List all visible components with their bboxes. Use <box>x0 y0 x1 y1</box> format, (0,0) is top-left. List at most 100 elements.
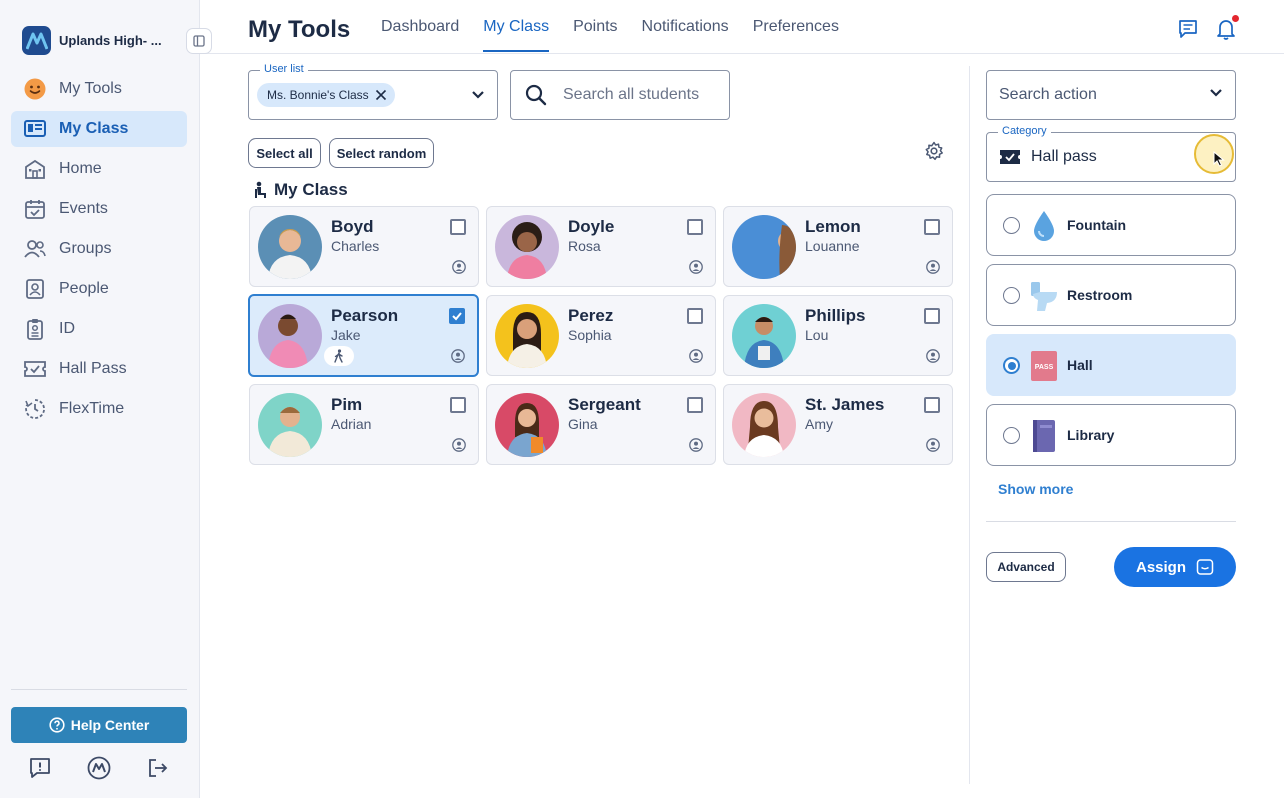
tab-my-class[interactable]: My Class <box>483 0 549 54</box>
profile-icon[interactable] <box>926 438 940 452</box>
user-list-select[interactable]: User list Ms. Bonnie's Class <box>248 63 498 120</box>
sidebar-item-groups[interactable]: Groups <box>11 231 187 267</box>
student-card[interactable]: Sergeant Gina <box>486 384 716 465</box>
sidebar-item-hall-pass[interactable]: Hall Pass <box>11 351 187 387</box>
checkmark-icon <box>452 312 462 321</box>
student-checkbox[interactable] <box>449 308 465 324</box>
school-name: Uplands High- ... <box>59 33 162 48</box>
profile-icon[interactable] <box>926 349 940 363</box>
tab-dashboard[interactable]: Dashboard <box>381 0 459 54</box>
profile-icon[interactable] <box>689 260 703 274</box>
student-checkbox[interactable] <box>687 308 703 324</box>
profile-icon[interactable] <box>926 260 940 274</box>
action-option-library[interactable]: Library <box>986 404 1236 466</box>
book-icon <box>1029 419 1059 453</box>
student-desk-icon <box>255 181 266 198</box>
student-checkbox[interactable] <box>687 219 703 235</box>
student-avatar <box>732 393 796 457</box>
profile-icon[interactable] <box>689 349 703 363</box>
tab-notifications[interactable]: Notifications <box>642 0 729 54</box>
student-last-name: Boyd <box>331 217 374 236</box>
app-logo-icon[interactable] <box>87 756 111 780</box>
settings-gear-icon[interactable] <box>924 141 944 161</box>
student-card[interactable]: Doyle Rosa <box>486 206 716 287</box>
profile-icon[interactable] <box>452 438 466 452</box>
student-card[interactable]: St. James Amy <box>723 384 953 465</box>
action-option-fountain[interactable]: Fountain <box>986 194 1236 256</box>
tab-points[interactable]: Points <box>573 0 617 54</box>
option-radio[interactable] <box>1003 217 1020 234</box>
student-last-name: Lemon <box>805 217 861 236</box>
hall-pass-card-icon: PASS <box>1029 349 1059 383</box>
top-header: My Tools Dashboard My Class Points Notif… <box>201 0 1284 54</box>
chevron-down-icon[interactable] <box>1209 88 1223 98</box>
student-card[interactable]: Pim Adrian <box>249 384 479 465</box>
notifications-bell-icon[interactable] <box>1215 15 1239 40</box>
sidebar-item-id[interactable]: ID <box>11 311 187 347</box>
student-avatar <box>732 304 796 368</box>
option-radio[interactable] <box>1003 287 1020 304</box>
help-center-button[interactable]: Help Center <box>11 707 187 743</box>
profile-icon[interactable] <box>689 438 703 452</box>
option-label: Fountain <box>1067 217 1127 233</box>
option-radio[interactable] <box>1003 427 1020 444</box>
student-card[interactable]: Pearson Jake <box>248 294 479 377</box>
smiley-icon <box>23 77 47 101</box>
action-option-restroom[interactable]: Restroom <box>986 264 1236 326</box>
profile-icon[interactable] <box>451 349 465 363</box>
user-list-chip[interactable]: Ms. Bonnie's Class <box>257 83 395 107</box>
student-avatar <box>258 215 322 279</box>
student-card[interactable]: Lemon Louanne <box>723 206 953 287</box>
sidebar-item-flextime[interactable]: FlexTime <box>11 391 187 427</box>
assign-badge-icon <box>1196 559 1214 575</box>
show-more-link[interactable]: Show more <box>998 481 1073 497</box>
search-input[interactable] <box>563 86 723 104</box>
feedback-icon[interactable] <box>28 756 52 780</box>
sidebar-item-label: Hall Pass <box>59 360 127 377</box>
student-checkbox[interactable] <box>450 219 466 235</box>
advanced-button[interactable]: Advanced <box>986 552 1066 582</box>
brand[interactable]: Uplands High- ... <box>22 26 162 55</box>
student-checkbox[interactable] <box>924 308 940 324</box>
option-label: Hall <box>1067 357 1093 373</box>
chevron-down-icon[interactable] <box>471 90 485 100</box>
tab-bar: Dashboard My Class Points Notifications … <box>381 0 863 54</box>
student-checkbox[interactable] <box>450 397 466 413</box>
groups-icon <box>23 237 47 261</box>
student-checkbox[interactable] <box>924 397 940 413</box>
sidebar-nav: My Tools My Class Home Events Groups Peo… <box>11 71 187 431</box>
student-card[interactable]: Boyd Charles <box>249 206 479 287</box>
sidebar-item-label: ID <box>59 320 75 337</box>
sidebar-item-home[interactable]: Home <box>11 151 187 187</box>
student-checkbox[interactable] <box>924 219 940 235</box>
student-first-name: Lou <box>805 327 829 343</box>
help-center-label: Help Center <box>70 717 150 733</box>
student-search[interactable] <box>510 70 730 120</box>
student-checkbox[interactable] <box>687 397 703 413</box>
sidebar-item-events[interactable]: Events <box>11 191 187 227</box>
student-card[interactable]: Perez Sophia <box>486 295 716 376</box>
search-action-select[interactable]: Search action <box>986 70 1236 120</box>
sidebar-item-people[interactable]: People <box>11 271 187 307</box>
action-option-hall[interactable]: PASS Hall <box>986 334 1236 396</box>
tab-preferences[interactable]: Preferences <box>753 0 839 54</box>
sidebar-item-label: Events <box>59 200 108 217</box>
student-last-name: Perez <box>568 306 614 325</box>
close-icon[interactable] <box>375 89 387 101</box>
collapse-sidebar-button[interactable] <box>186 28 212 54</box>
student-last-name: Doyle <box>568 217 615 236</box>
class-board-icon <box>23 117 47 141</box>
messages-icon[interactable] <box>1177 18 1199 40</box>
student-card[interactable]: Phillips Lou <box>723 295 953 376</box>
assign-button[interactable]: Assign <box>1114 547 1236 587</box>
option-radio[interactable] <box>1003 357 1020 374</box>
select-all-button[interactable]: Select all <box>248 138 321 168</box>
toilet-icon <box>1029 279 1059 313</box>
hall-pass-ticket-icon <box>1000 150 1020 164</box>
sidebar-item-my-tools[interactable]: My Tools <box>11 71 187 107</box>
profile-icon[interactable] <box>452 260 466 274</box>
logout-icon[interactable] <box>146 756 170 780</box>
sidebar-item-label: My Class <box>59 120 129 137</box>
select-random-button[interactable]: Select random <box>329 138 434 168</box>
sidebar-item-my-class[interactable]: My Class <box>11 111 187 147</box>
